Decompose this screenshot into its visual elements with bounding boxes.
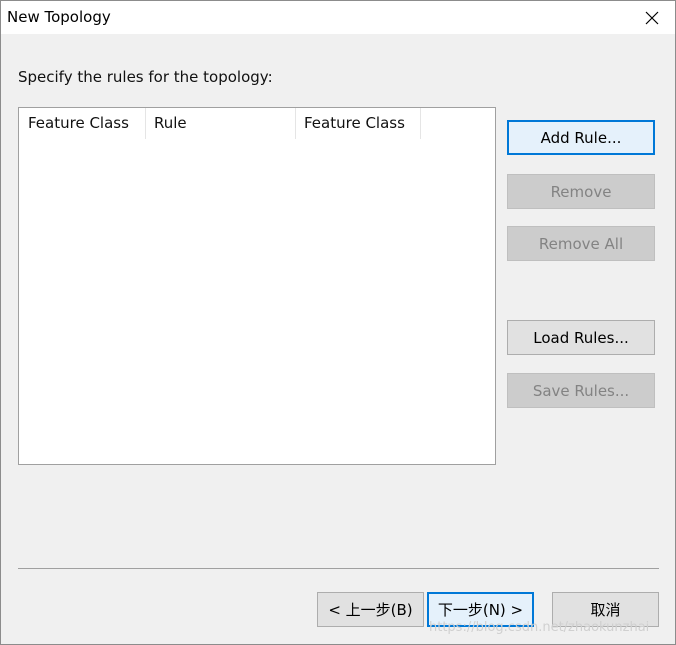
new-topology-dialog: New Topology Specify the rules for the t… — [0, 0, 676, 645]
rules-list-header: Feature Class Rule Feature Class — [19, 108, 495, 139]
rules-list[interactable]: Feature Class Rule Feature Class — [18, 107, 496, 465]
window-title: New Topology — [7, 8, 111, 26]
close-button[interactable] — [629, 1, 675, 34]
save-rules-button[interactable]: Save Rules... — [507, 373, 655, 408]
column-header-rule[interactable]: Rule — [145, 108, 295, 139]
remove-all-button[interactable]: Remove All — [507, 226, 655, 261]
add-rule-button[interactable]: Add Rule... — [507, 120, 655, 155]
column-header-feature-class-1[interactable]: Feature Class — [19, 108, 145, 139]
instruction-label: Specify the rules for the topology: — [18, 68, 273, 86]
watermark-text: https://blog.csdn.net/zhaokunzhai — [429, 620, 650, 635]
footer-divider — [18, 568, 659, 569]
back-button[interactable]: < 上一步(B) — [317, 592, 424, 627]
column-divider[interactable] — [420, 108, 421, 139]
load-rules-button[interactable]: Load Rules... — [507, 320, 655, 355]
close-icon — [645, 11, 659, 24]
remove-button[interactable]: Remove — [507, 174, 655, 209]
column-header-feature-class-2[interactable]: Feature Class — [295, 108, 420, 139]
title-bar: New Topology — [1, 1, 675, 34]
